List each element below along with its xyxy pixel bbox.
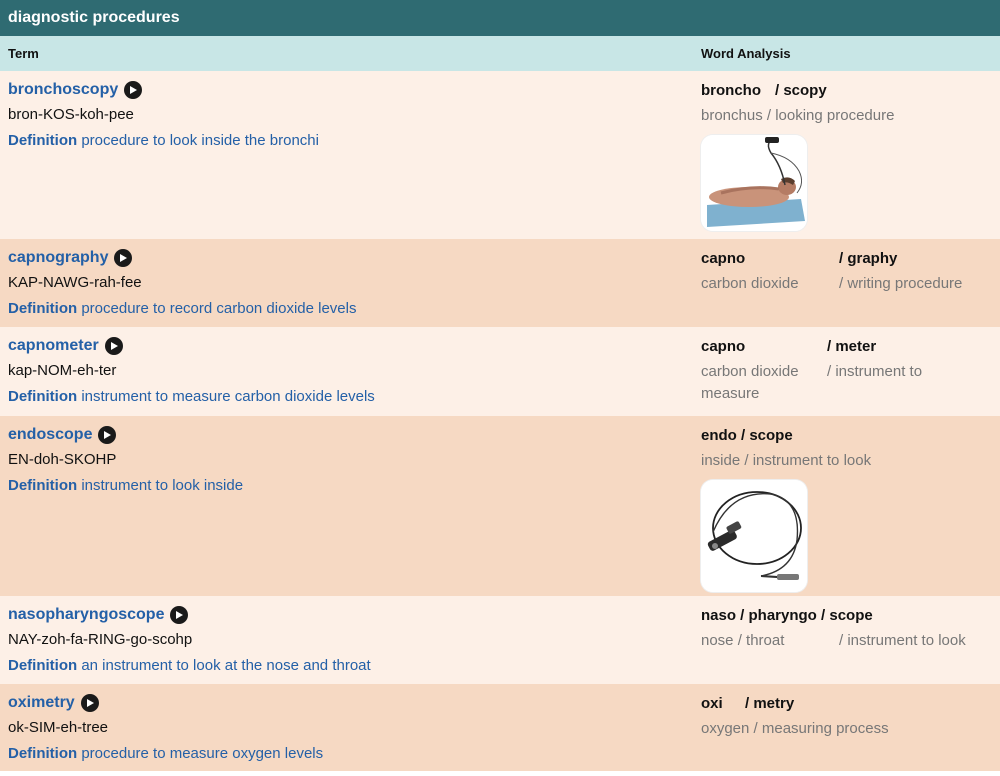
table-row: capnometer kap-NOM-eh-ter Definition ins…: [0, 327, 1000, 416]
word-part: capno: [701, 249, 746, 267]
term-link[interactable]: endoscope: [8, 426, 92, 444]
pronunciation: ok-SIM-eh-tree: [8, 719, 109, 736]
table-row: endoscope EN-doh-SKOHP Definition instru…: [0, 416, 1000, 596]
term-cell: endoscope EN-doh-SKOHP Definition instru…: [0, 416, 693, 596]
word-part: broncho: [701, 81, 761, 99]
definition-text: procedure to measure oxygen levels: [81, 745, 324, 762]
term-cell: oximetry ok-SIM-eh-tree Definition proce…: [0, 684, 693, 771]
word-meaning: measure: [701, 385, 760, 402]
table-row: oximetry ok-SIM-eh-tree Definition proce…: [0, 684, 1000, 771]
term-cell: nasopharyngoscope NAY-zoh-fa-RING-go-sco…: [0, 596, 693, 684]
pronunciation: kap-NOM-eh-ter: [8, 362, 117, 379]
word-part: / scopy: [775, 81, 827, 99]
term-link[interactable]: bronchoscopy: [8, 81, 118, 99]
definition-text: instrument to look inside: [81, 477, 244, 494]
word-meaning: oxygen / measuring process: [701, 720, 889, 737]
word-meaning: / writing procedure: [839, 275, 963, 292]
diagnostic-procedures-table: diagnostic procedures Term Word Analysis…: [0, 0, 1000, 771]
word-analysis-cell: oxi / metry oxygen / measuring process: [693, 684, 1000, 771]
pronunciation: EN-doh-SKOHP: [8, 451, 117, 468]
word-meaning: / instrument to: [827, 363, 923, 380]
definition-text: an instrument to look at the nose and th…: [81, 657, 371, 674]
term-link[interactable]: nasopharyngoscope: [8, 606, 164, 624]
column-header-row: Term Word Analysis: [0, 36, 1000, 71]
definition-label: Definition: [8, 745, 78, 762]
column-header-word-analysis: Word Analysis: [701, 46, 791, 61]
play-audio-icon[interactable]: [104, 337, 123, 355]
term-cell: capnography KAP-NAWG-rah-fee Definition …: [0, 239, 693, 327]
word-meaning: nose / throat: [701, 632, 785, 649]
word-analysis-cell: naso / pharyngo / scope nose / throat / i…: [693, 596, 1000, 684]
definition-text: procedure to look inside the bronchi: [81, 132, 319, 149]
definition-label: Definition: [8, 132, 78, 149]
word-part: / graphy: [839, 249, 898, 267]
table-title: diagnostic procedures: [0, 0, 1000, 36]
word-part: / meter: [827, 337, 877, 355]
word-analysis-cell: endo / scope inside / instrument to look: [693, 416, 1000, 596]
word-meaning: / instrument to look: [839, 632, 966, 649]
play-audio-icon[interactable]: [114, 249, 133, 267]
definition-text: instrument to measure carbon dioxide lev…: [81, 388, 375, 405]
definition-label: Definition: [8, 657, 78, 674]
word-meaning: inside / instrument to look: [701, 452, 872, 469]
word-analysis-cell: capno / meter carbon dioxide / instrument …: [693, 327, 1000, 416]
table-row: nasopharyngoscope NAY-zoh-fa-RING-go-sco…: [0, 596, 1000, 684]
word-part: / metry: [745, 694, 795, 712]
definition: Definition an instrument to look at the …: [8, 656, 693, 676]
word-analysis-cell: broncho / scopy bronchus / looking proced…: [693, 71, 1000, 239]
column-header-term: Term: [8, 46, 39, 61]
definition-label: Definition: [8, 477, 78, 494]
term-cell: bronchoscopy bron-KOS-koh-pee Definition…: [0, 71, 693, 239]
term-link[interactable]: capnometer: [8, 337, 99, 355]
table-row: capnography KAP-NAWG-rah-fee Definition …: [0, 239, 1000, 327]
definition: Definition procedure to measure oxygen l…: [8, 744, 693, 764]
word-part: capno: [701, 337, 746, 355]
play-audio-icon[interactable]: [170, 606, 189, 624]
definition-text: procedure to record carbon dioxide level…: [81, 300, 357, 317]
endoscope-instrument-image[interactable]: [701, 480, 807, 592]
word-part: endo / scope: [701, 426, 793, 444]
pronunciation: NAY-zoh-fa-RING-go-scohp: [8, 631, 193, 648]
definition-label: Definition: [8, 388, 78, 405]
word-meaning: carbon dioxide: [701, 275, 799, 292]
word-part: oxi: [701, 694, 723, 712]
definition: Definition instrument to measure carbon …: [8, 387, 693, 407]
bronchoscopy-patient-image[interactable]: [701, 135, 807, 231]
table-row: bronchoscopy bron-KOS-koh-pee Definition…: [0, 71, 1000, 239]
definition-label: Definition: [8, 300, 78, 317]
definition: Definition procedure to look inside the …: [8, 131, 693, 151]
word-meaning: carbon dioxide: [701, 363, 799, 380]
play-audio-icon[interactable]: [98, 426, 117, 444]
definition: Definition procedure to record carbon di…: [8, 299, 693, 319]
term-link[interactable]: capnography: [8, 249, 108, 267]
term-cell: capnometer kap-NOM-eh-ter Definition ins…: [0, 327, 693, 416]
pronunciation: bron-KOS-koh-pee: [8, 106, 134, 123]
word-part: naso / pharyngo / scope: [701, 606, 873, 624]
term-link[interactable]: oximetry: [8, 694, 75, 712]
word-meaning: bronchus / looking procedure: [701, 107, 895, 124]
play-audio-icon[interactable]: [124, 81, 143, 99]
definition: Definition instrument to look inside: [8, 476, 693, 496]
pronunciation: KAP-NAWG-rah-fee: [8, 274, 142, 291]
word-analysis-cell: capno / graphy carbon dioxide / writing pr…: [693, 239, 1000, 327]
play-audio-icon[interactable]: [80, 694, 99, 712]
